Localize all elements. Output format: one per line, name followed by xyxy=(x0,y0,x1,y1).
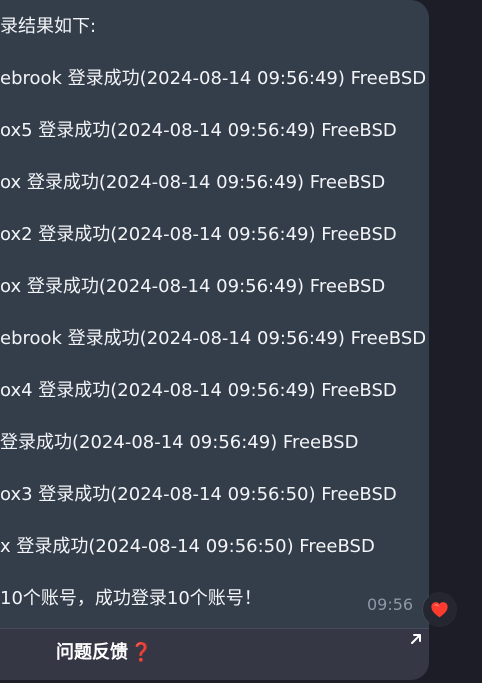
message-line-9: 登录成功(2024-08-14 09:56:49) FreeBSD xyxy=(0,432,359,453)
feedback-button[interactable]: 问题反馈 ❓ xyxy=(56,642,152,664)
message-line-2: ebrook 登录成功(2024-08-14 09:56:49) FreeBSD xyxy=(0,68,427,89)
message-line-4: ox 登录成功(2024-08-14 09:56:49) FreeBSD xyxy=(0,172,386,193)
message-line-12: 10个账号，成功登录10个账号！ xyxy=(0,588,262,609)
external-arrow-icon[interactable] xyxy=(410,633,422,645)
feedback-label: 问题反馈 xyxy=(56,642,128,663)
heart-reaction[interactable] xyxy=(423,593,456,626)
heart-icon xyxy=(431,602,448,618)
message-line-10: ox3 登录成功(2024-08-14 09:56:50) FreeBSD xyxy=(0,484,397,505)
question-icon: ❓ xyxy=(130,642,153,663)
message-line-8: ox4 登录成功(2024-08-14 09:56:49) FreeBSD xyxy=(0,380,397,401)
message-line-5: ox2 登录成功(2024-08-14 09:56:49) FreeBSD xyxy=(0,224,397,245)
message-line-3: ox5 登录成功(2024-08-14 09:56:49) FreeBSD xyxy=(0,120,397,141)
message-bubble: 录结果如下: ebrook 登录成功(2024-08-14 09:56:49) … xyxy=(0,0,429,628)
message-line-1: 录结果如下: xyxy=(0,16,97,37)
message-line-11: x 登录成功(2024-08-14 09:56:50) FreeBSD xyxy=(0,536,375,557)
message-line-6: ox 登录成功(2024-08-14 09:56:49) FreeBSD xyxy=(0,276,386,297)
feedback-action-bar[interactable]: 问题反馈 ❓ xyxy=(0,628,429,680)
message-time: 09:56 xyxy=(367,595,414,614)
message-line-7: ebrook 登录成功(2024-08-14 09:56:49) FreeBSD xyxy=(0,328,427,349)
